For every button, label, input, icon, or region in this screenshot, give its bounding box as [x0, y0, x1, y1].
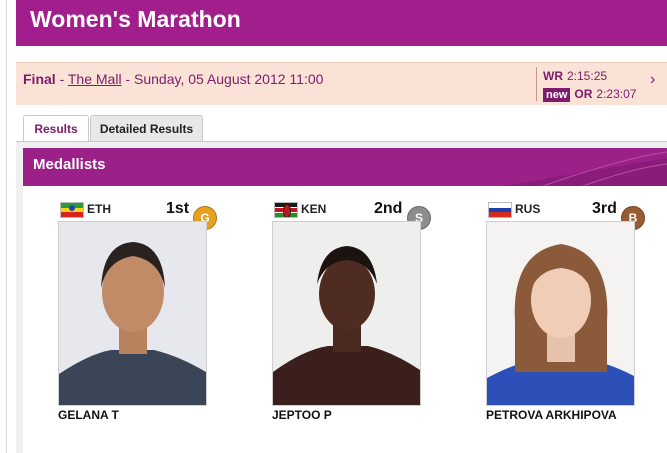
flag-rus-icon [488, 202, 512, 218]
tab-results[interactable]: Results [23, 115, 89, 142]
athlete-photo[interactable] [58, 221, 207, 406]
flag-eth-icon [60, 202, 84, 218]
country-code: KEN [301, 202, 327, 216]
place-label: 2nd [374, 200, 403, 217]
separator: - [59, 71, 68, 87]
page-title: Women's Marathon [30, 6, 241, 32]
athlete-portrait-icon [487, 222, 634, 405]
or-label: OR [574, 87, 593, 101]
header-decoration [503, 151, 667, 186]
medalist-card-silver[interactable]: KEN 2nd S JEPTOO P [272, 200, 431, 450]
flag-ken-icon [274, 202, 298, 218]
place-label: 1st [166, 200, 190, 217]
medallists-header: Medallists [23, 148, 667, 186]
world-record-row: WR 2:15:25 [543, 69, 607, 83]
title-bar: Women's Marathon [16, 0, 667, 46]
athlete-name: JEPTOO P [272, 408, 332, 422]
tab-detailed-results[interactable]: Detailed Results [90, 115, 203, 142]
athlete-photo[interactable] [486, 221, 635, 406]
athlete-name: PETROVA ARKHIPOVA [486, 408, 617, 422]
or-time: 2:23:07 [596, 87, 637, 101]
event-info-bar: Final - The Mall - Sunday, 05 August 201… [16, 62, 667, 105]
new-record-badge: new [543, 88, 571, 102]
left-border [6, 0, 7, 453]
athlete-name: GELANA T [58, 408, 119, 422]
place-label: 3rd [592, 200, 617, 217]
event-phase: Final [23, 71, 56, 87]
event-line: Final - The Mall - Sunday, 05 August 201… [23, 71, 323, 87]
venue-link[interactable]: The Mall [68, 71, 122, 87]
country-code: RUS [515, 202, 541, 216]
wr-label: WR [543, 69, 563, 83]
wr-time: 2:15:25 [567, 69, 608, 83]
medallists-title: Medallists [33, 156, 106, 173]
records-panel: WR 2:15:25 new OR 2:23:07 [536, 67, 647, 102]
athlete-portrait-icon [59, 222, 206, 405]
event-datetime: - Sunday, 05 August 2012 11:00 [125, 71, 324, 87]
medalist-card-gold[interactable]: ETH 1st G GELANA T [58, 200, 217, 450]
country-code: ETH [87, 202, 111, 216]
athlete-portrait-icon [273, 222, 420, 405]
athlete-photo[interactable] [272, 221, 421, 406]
olympic-record-row: new OR 2:23:07 [543, 87, 636, 102]
medalist-card-bronze[interactable]: RUS 3rd B PETROVA ARKHIPOVA [486, 200, 645, 450]
chevron-right-icon[interactable]: › [650, 71, 655, 89]
